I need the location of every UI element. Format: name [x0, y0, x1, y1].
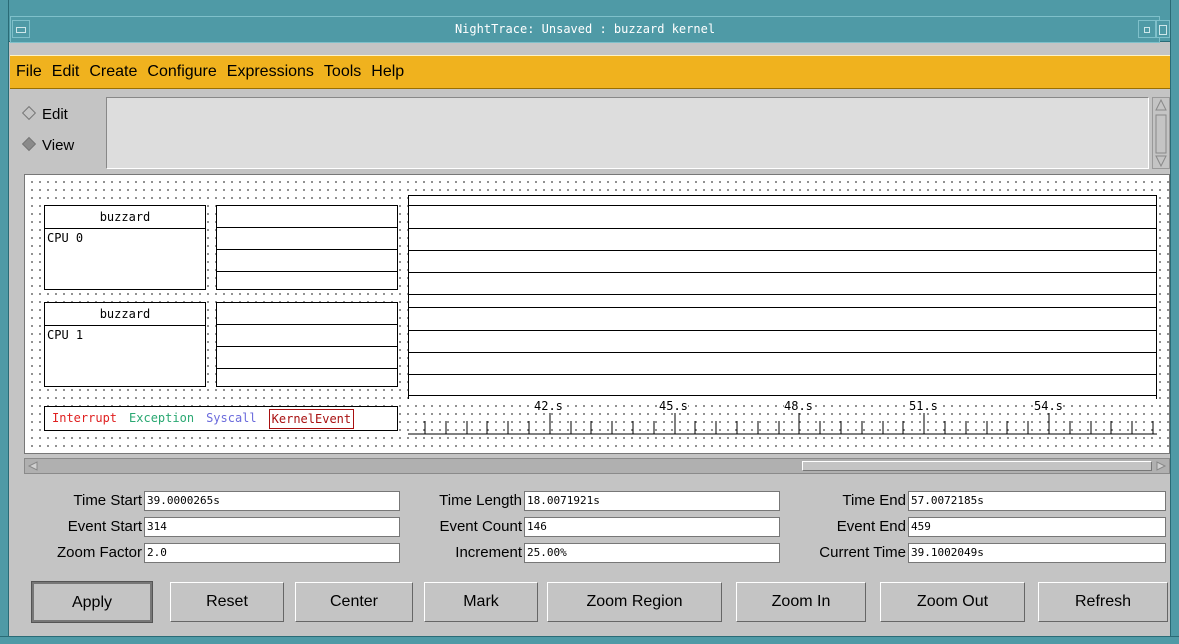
minimize-icon: [1144, 27, 1150, 33]
radio-diamond-icon: [21, 105, 37, 121]
timeline-row: [409, 250, 1156, 272]
increment-field[interactable]: 25.00%: [524, 543, 780, 563]
timeline-row: [409, 196, 1156, 205]
timeline-row: [409, 374, 1156, 395]
time-length-field[interactable]: 18.0071921s: [524, 491, 780, 511]
values-box-cpu0: [216, 205, 398, 290]
maximize-button[interactable]: [1156, 20, 1170, 38]
menu-help[interactable]: Help: [366, 56, 409, 88]
time-ruler: 42.s 45.s 48.s 51.s 54.s: [408, 399, 1157, 435]
event-end-field[interactable]: 459: [908, 517, 1166, 537]
time-end-field[interactable]: 57.0072185s: [908, 491, 1166, 511]
legend-kernel-event: KernelEvent: [268, 409, 355, 429]
expression-scrollbar[interactable]: [1152, 97, 1170, 169]
timeline-row: [409, 228, 1156, 250]
expression-text-area[interactable]: [106, 97, 1149, 169]
ruler-label: 54.s: [1034, 399, 1063, 413]
mode-view-radio[interactable]: View: [20, 136, 75, 154]
event-count-field[interactable]: 146: [524, 517, 780, 537]
ruler-label: 48.s: [784, 399, 813, 413]
window-title: NightTrace: Unsaved : buzzard kernel: [10, 16, 1160, 43]
mode-edit-label: Edit: [42, 106, 68, 123]
scrollbar-arrows-icon: [1155, 98, 1167, 168]
values-box-cpu1: [216, 302, 398, 387]
radio-diamond-icon: [21, 136, 37, 152]
menu-tools[interactable]: Tools: [319, 56, 366, 88]
menu-edit[interactable]: Edit: [47, 56, 85, 88]
timeline-row: [409, 307, 1156, 330]
time-start-field[interactable]: 39.0000265s: [144, 491, 400, 511]
maximize-icon: [1159, 25, 1167, 35]
event-legend: Interrupt Exception Syscall KernelEvent: [44, 406, 398, 431]
legend-syscall: Syscall: [206, 411, 257, 425]
increment-label: Increment: [455, 544, 522, 561]
zoom-factor-label: Zoom Factor: [56, 544, 142, 561]
ruler-label: 42.s: [534, 399, 563, 413]
values-row: [217, 227, 397, 249]
menu-expressions[interactable]: Expressions: [222, 56, 319, 88]
refresh-button[interactable]: Refresh: [1038, 582, 1168, 622]
event-end-label: Event End: [836, 518, 906, 535]
menu-bar: File Edit Create Configure Expressions Tools H…: [10, 55, 1170, 89]
values-row: [217, 368, 397, 389]
menu-create[interactable]: Create: [84, 56, 142, 88]
event-count-label: Event Count: [439, 518, 522, 535]
mode-edit-radio[interactable]: Edit: [20, 105, 68, 123]
apply-button[interactable]: Apply: [31, 581, 153, 623]
time-start-label: Time Start: [73, 492, 142, 509]
profile-box-cpu1: buzzard CPU 1: [44, 302, 206, 387]
window-frame-bottom[interactable]: [0, 636, 1179, 644]
zoom-factor-field[interactable]: 2.0: [144, 543, 400, 563]
timeline-row: [409, 294, 1156, 307]
menu-file[interactable]: File: [10, 56, 47, 88]
window-frame-left[interactable]: [0, 0, 9, 644]
timeline-row: [409, 205, 1156, 228]
values-row: [217, 303, 397, 324]
timeline-row: [409, 352, 1156, 374]
values-row: [217, 249, 397, 271]
ruler-label: 51.s: [909, 399, 938, 413]
profile-cpu-label: CPU 0: [45, 228, 205, 291]
window-menu-icon: [16, 27, 26, 33]
current-time-label: Current Time: [819, 544, 906, 561]
event-start-label: Event Start: [67, 518, 142, 535]
zoom-out-button[interactable]: Zoom Out: [880, 582, 1025, 622]
zoom-region-button[interactable]: Zoom Region: [547, 582, 722, 622]
legend-interrupt: Interrupt: [52, 411, 118, 425]
profile-header: buzzard: [99, 307, 151, 321]
event-start-field[interactable]: 314: [144, 517, 400, 537]
reset-button[interactable]: Reset: [170, 582, 284, 622]
profile-box-cpu0: buzzard CPU 0: [44, 205, 206, 290]
mark-button[interactable]: Mark: [424, 582, 538, 622]
time-length-label: Time Length: [439, 492, 522, 509]
values-row: [217, 206, 397, 227]
time-end-label: Time End: [842, 492, 906, 509]
values-row: [217, 324, 397, 346]
menu-configure[interactable]: Configure: [142, 56, 221, 88]
mode-view-label: View: [42, 137, 75, 154]
scrollbar-thumb[interactable]: [802, 461, 1152, 471]
window-menu-button[interactable]: [12, 20, 30, 38]
current-time-field[interactable]: 39.1002049s: [908, 543, 1166, 563]
values-row: [217, 271, 397, 292]
profile-cpu-label: CPU 1: [45, 325, 205, 388]
values-row: [217, 346, 397, 368]
timeline-row: [409, 272, 1156, 294]
window-frame-right[interactable]: [1170, 0, 1179, 644]
ruler-label: 45.s: [659, 399, 688, 413]
timeline-row: [409, 330, 1156, 352]
zoom-in-button[interactable]: Zoom In: [736, 582, 866, 622]
profile-header: buzzard: [99, 210, 151, 224]
minimize-button[interactable]: [1138, 20, 1156, 38]
timeline-grid[interactable]: [408, 195, 1157, 399]
legend-exception: Exception: [129, 411, 195, 425]
center-button[interactable]: Center: [295, 582, 413, 622]
